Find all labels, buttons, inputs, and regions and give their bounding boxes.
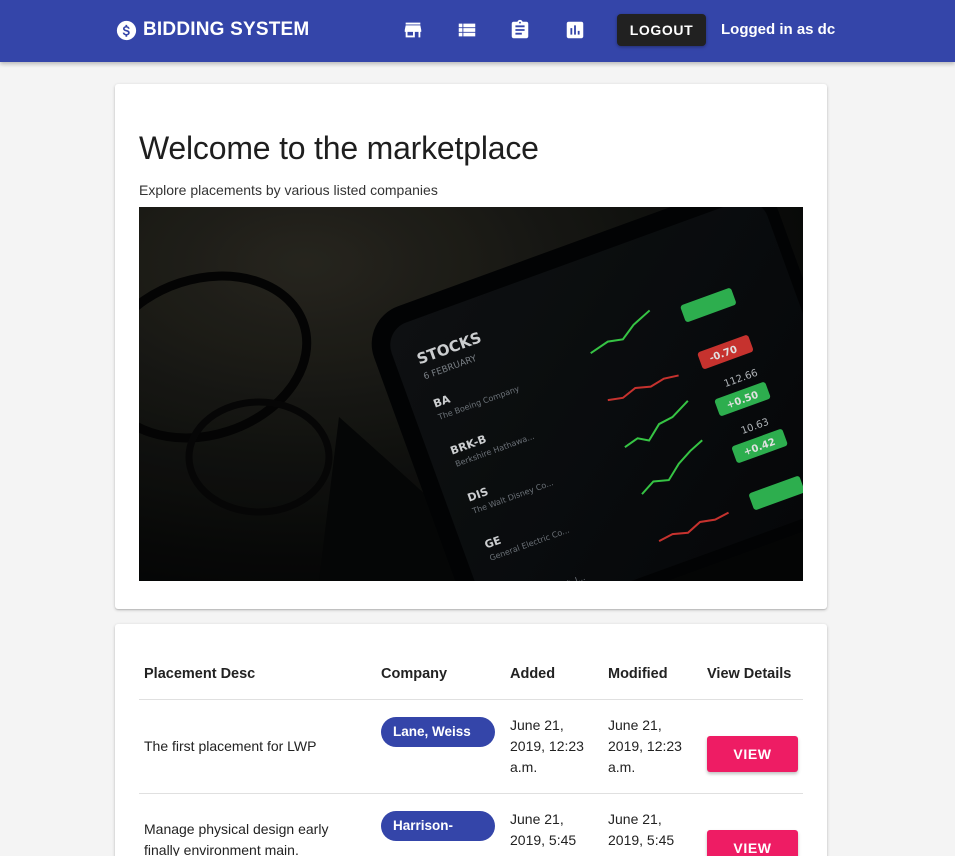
col-header-desc: Placement Desc bbox=[144, 666, 256, 682]
logout-button[interactable]: LOGOUT bbox=[617, 14, 706, 46]
placements-card: Placement Desc Company Added Modified Vi… bbox=[115, 624, 827, 856]
table-row: The first placement for LWP Lane, Weiss … bbox=[139, 700, 803, 794]
page-title: Welcome to the marketplace bbox=[139, 130, 539, 166]
logged-in-user: Logged in as dc bbox=[721, 21, 836, 38]
company-chip[interactable]: Lane, Weiss bbox=[381, 717, 495, 747]
page-subtitle: Explore placements by various listed com… bbox=[139, 182, 438, 198]
col-header-company: Company bbox=[381, 666, 448, 682]
company-chip[interactable]: Harrison- bbox=[381, 811, 495, 841]
dollar-circle-icon bbox=[116, 20, 137, 40]
col-header-view: View Details bbox=[707, 666, 792, 682]
col-header-modified: Modified bbox=[608, 666, 668, 682]
modified-date: June 21, 2019, 5:45 bbox=[608, 811, 675, 848]
view-button[interactable]: VIEW bbox=[707, 736, 798, 772]
modified-date: June 21, 2019, 12:23 a.m. bbox=[608, 717, 682, 775]
stock-app-photo: STOCKS 6 FEBRUARY BA The Boeing Company … bbox=[139, 207, 803, 581]
view-button[interactable]: VIEW bbox=[707, 830, 798, 856]
placements-table: Placement Desc Company Added Modified Vi… bbox=[139, 650, 803, 856]
bar-chart-icon[interactable] bbox=[564, 19, 586, 41]
placement-desc: The first placement for LWP bbox=[144, 738, 317, 754]
stock-phone-illustration: STOCKS 6 FEBRUARY BA The Boeing Company … bbox=[139, 207, 803, 581]
added-date: June 21, 2019, 5:45 bbox=[510, 811, 577, 848]
app-title: BIDDING SYSTEM bbox=[143, 19, 310, 40]
clipboard-icon[interactable] bbox=[509, 19, 531, 41]
welcome-card: Welcome to the marketplace Explore place… bbox=[115, 84, 827, 609]
store-icon[interactable] bbox=[402, 19, 424, 41]
placement-desc: Manage physical design early finally env… bbox=[144, 821, 329, 856]
list-icon[interactable] bbox=[456, 19, 478, 41]
app-bar: BIDDING SYSTEM LOGOUT Logged in as dc bbox=[0, 0, 955, 62]
brand[interactable]: BIDDING SYSTEM bbox=[116, 18, 309, 42]
table-row: Manage physical design early finally env… bbox=[139, 794, 803, 856]
table-header-row: Placement Desc Company Added Modified Vi… bbox=[139, 650, 803, 700]
col-header-added: Added bbox=[510, 666, 556, 682]
added-date: June 21, 2019, 12:23 a.m. bbox=[510, 717, 584, 775]
